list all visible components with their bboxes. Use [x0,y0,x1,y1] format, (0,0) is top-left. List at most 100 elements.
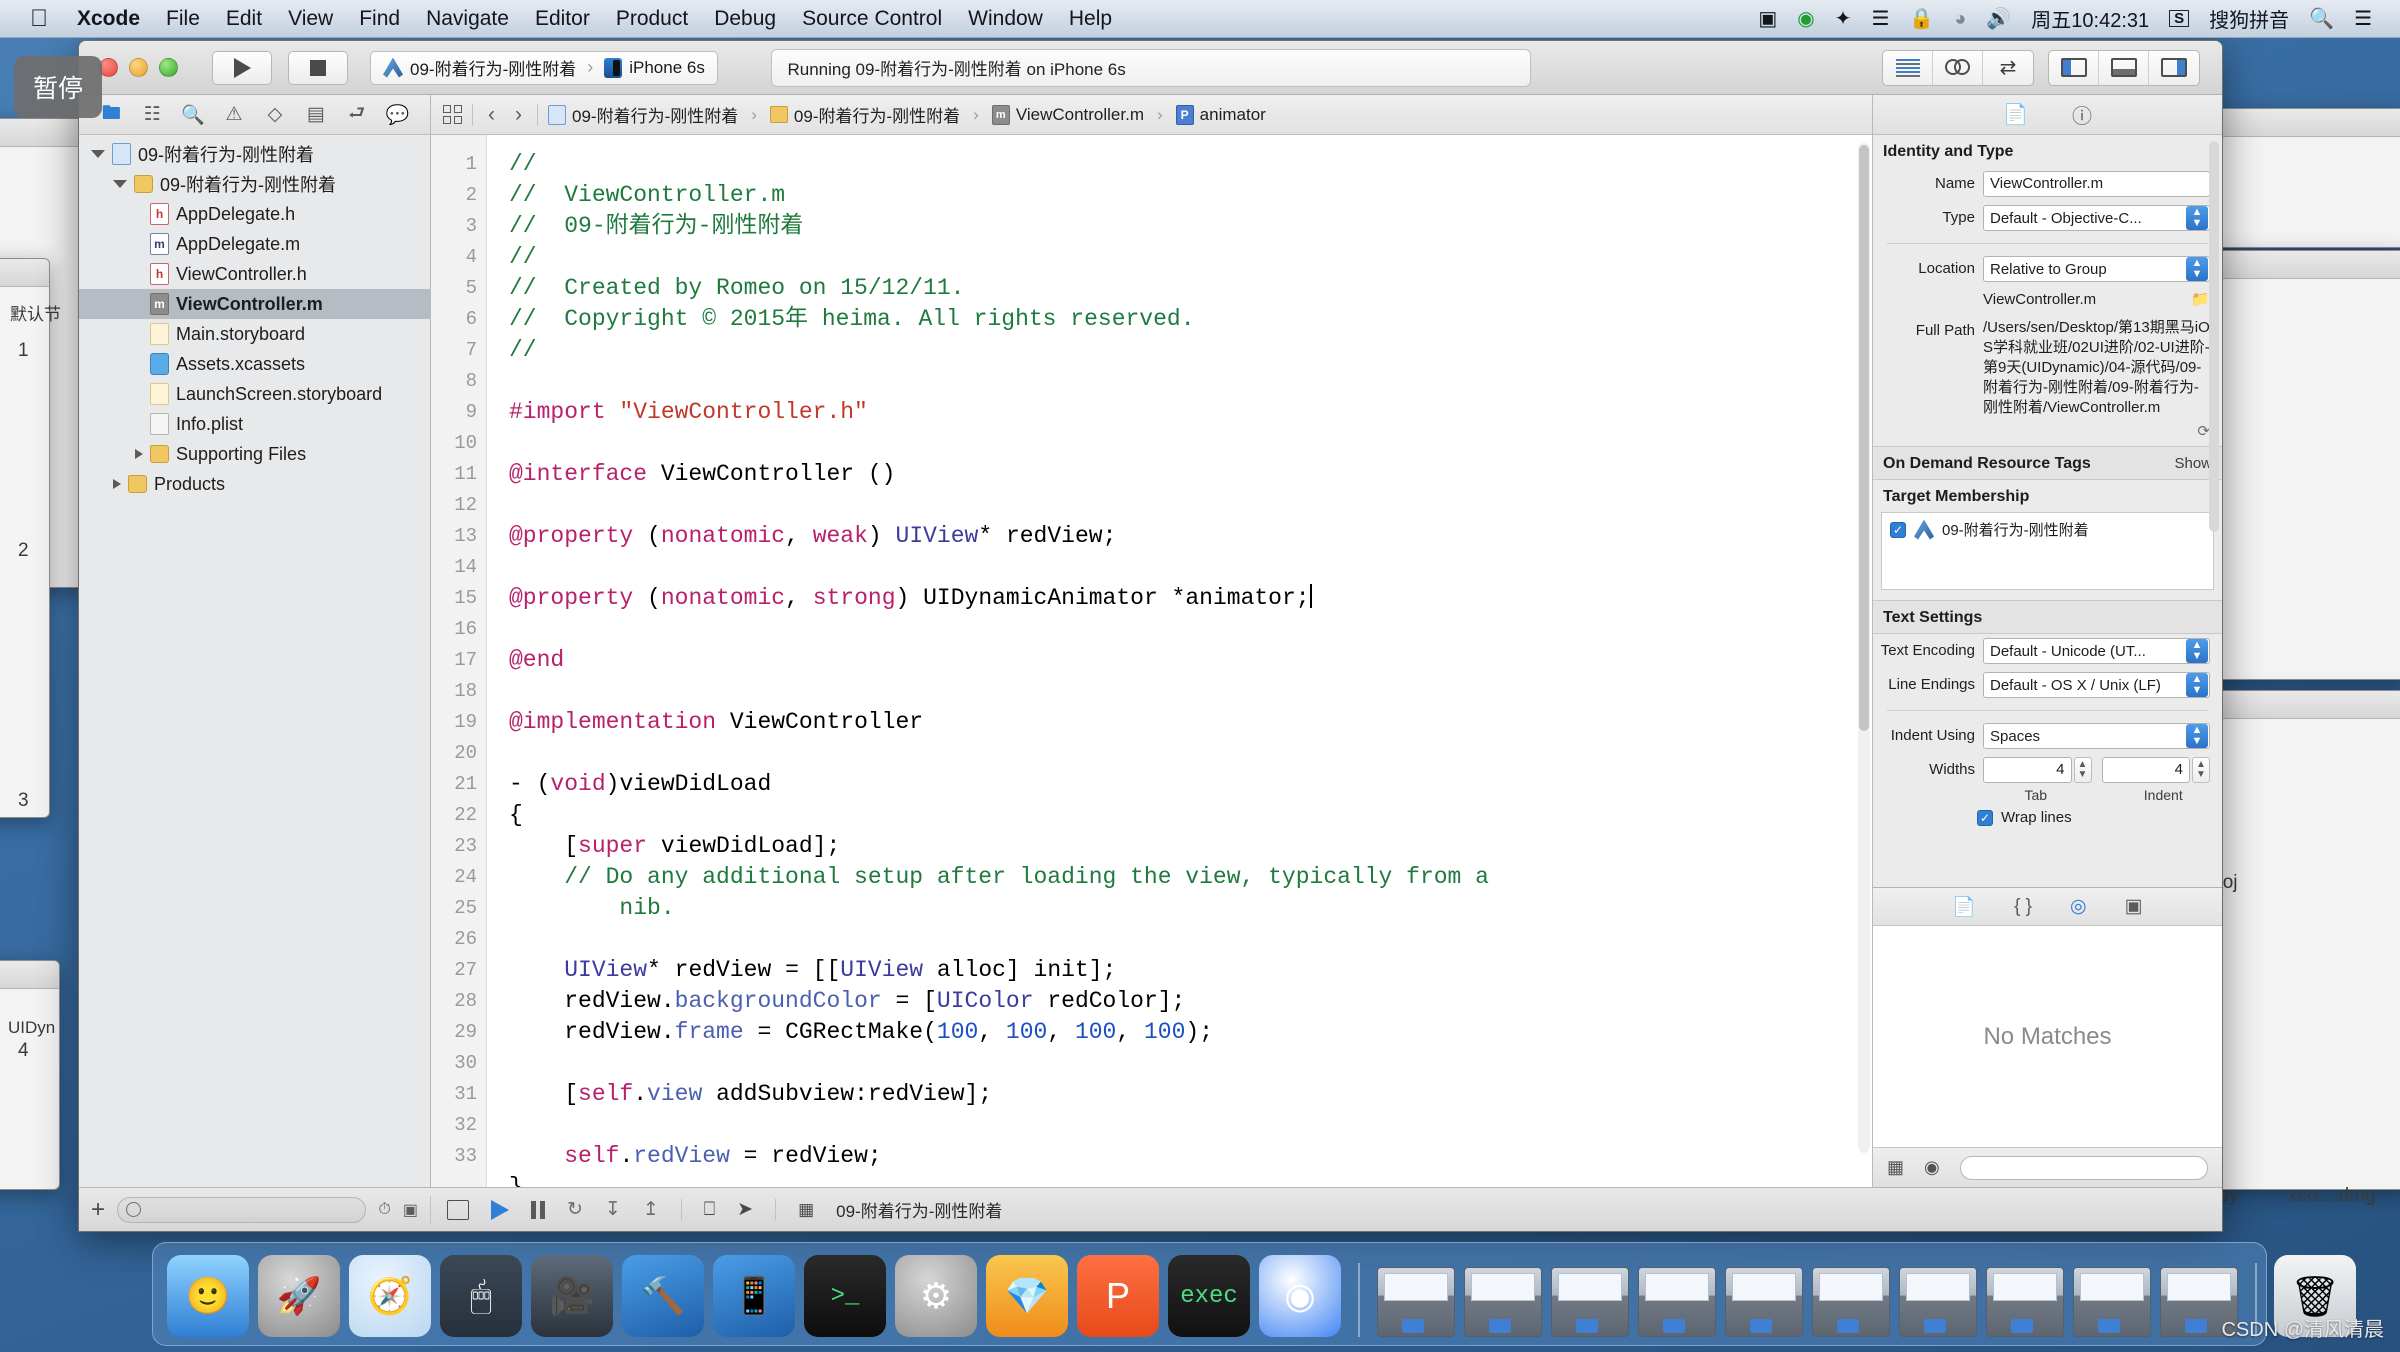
navigator-item-7[interactable]: Assets.xcassets [79,349,430,379]
code-line[interactable]: #import "ViewController.h" [509,397,1872,428]
breakpoint-navigator-icon[interactable]: ⮐ [343,102,371,128]
name-field[interactable]: ViewController.m [1983,171,2210,197]
code-line[interactable]: // 09-附着行为-刚性附着 [509,211,1872,242]
minimize-button[interactable] [129,58,148,77]
menu-item-editor[interactable]: Editor [522,7,603,31]
find-navigator-icon[interactable]: 🔍 [179,102,207,128]
paw-icon[interactable]: P [1077,1255,1159,1337]
background-window-left-3[interactable] [0,960,60,1190]
source-control-filter-icon[interactable]: ▣ [403,1200,418,1220]
dock-minimized-window-6[interactable] [1899,1267,1977,1337]
continue-icon[interactable] [491,1200,509,1220]
breadcrumb-symbol[interactable]: Panimator [1176,105,1266,125]
code-text[interactable]: //// ViewController.m// 09-附着行为-刚性附着////… [487,135,1872,1187]
library-list-icon[interactable]: ◉ [1924,1157,1940,1178]
code-line[interactable]: redView.backgroundColor = [UIColor redCo… [509,986,1872,1017]
code-line[interactable]: } [509,1172,1872,1187]
notification-center-icon[interactable]: ☰ [2354,9,2372,29]
pause-icon[interactable] [531,1201,545,1219]
code-line[interactable]: nib. [509,893,1872,924]
menu-item-find[interactable]: Find [346,7,413,31]
menu-item-source-control[interactable]: Source Control [789,7,955,31]
disclosure-triangle-open-icon[interactable] [113,180,127,188]
chevron-updown-icon[interactable]: ▲▼ [2186,257,2208,281]
related-files-icon[interactable] [443,105,462,124]
project-navigator-tree[interactable]: 09-附着行为-刚性附着09-附着行为-刚性附着hAppDelegate.hmA… [79,135,430,1187]
issue-navigator-icon[interactable]: ⚠ [220,102,248,128]
code-snippet-library-icon[interactable]: { } [2014,896,2032,918]
navigator-item-11[interactable]: Products [79,469,430,499]
code-line[interactable]: // Do any additional setup after loading… [509,862,1872,893]
code-line[interactable] [509,738,1872,769]
add-file-button[interactable]: + [91,1196,105,1224]
navigate-back-button[interactable]: ‹ [483,103,500,127]
location-simulate-icon[interactable]: ➤ [737,1198,753,1221]
input-method-label[interactable]: 搜狗拼音 [2209,4,2289,33]
code-line[interactable]: @property (nonatomic, strong) UIDynamicA… [509,583,1872,614]
recent-filter-icon[interactable]: ⏱ [378,1201,390,1219]
stop-button[interactable] [288,51,348,85]
screen-record-icon[interactable]: ▣ [1758,9,1777,29]
code-line[interactable] [509,1048,1872,1079]
symbol-navigator-icon[interactable]: ☷ [138,102,166,128]
encoding-popup[interactable]: Default - Unicode (UT... ▲▼ [1983,638,2210,664]
line-endings-popup[interactable]: Default - OS X / Unix (LF) ▲▼ [1983,672,2210,698]
target-checkbox[interactable]: ✓ [1890,522,1906,538]
object-library-icon[interactable]: ◎ [2070,895,2087,918]
inspector-scrollbar[interactable] [2209,141,2219,532]
test-navigator-icon[interactable]: ◇ [261,102,289,128]
process-icon[interactable]: ▦ [798,1200,814,1220]
toggle-utilities-icon[interactable] [2149,51,2199,85]
chevron-updown-icon[interactable]: ▲▼ [2186,639,2208,663]
airplane-icon[interactable]: ✦ [1835,9,1852,29]
toggle-navigator-icon[interactable] [2049,51,2099,85]
code-line[interactable]: @implementation ViewController [509,707,1872,738]
step-over-icon[interactable]: ↻ [567,1198,583,1221]
menu-clock[interactable]: 周五10:42:31 [2031,4,2149,33]
tab-width-stepper[interactable]: 4 ▲▼ [1983,757,2092,783]
input-method-badge-icon[interactable]: S [2169,10,2189,27]
terminal-icon[interactable]: >_ [804,1255,886,1337]
standard-editor-icon[interactable] [1883,51,1933,85]
lock-icon[interactable]: 🔒 [1909,9,1934,29]
type-popup[interactable]: Default - Objective-C... ▲▼ [1983,205,2210,231]
navigator-item-5[interactable]: mViewController.m [79,289,430,319]
code-line[interactable]: [super viewDidLoad]; [509,831,1872,862]
code-line[interactable] [509,366,1872,397]
choose-folder-icon[interactable]: 📁 [2191,290,2210,308]
navigator-item-8[interactable]: LaunchScreen.storyboard [79,379,430,409]
assistant-editor-icon[interactable] [1933,51,1983,85]
library-search-input[interactable] [1960,1156,2208,1180]
wrap-lines-row[interactable]: ✓ Wrap lines [1873,803,2222,832]
run-button[interactable] [212,51,272,85]
code-line[interactable]: // Copyright © 2015年 heima. All rights r… [509,304,1872,335]
wifi-icon[interactable]: ◕ [1954,9,1966,29]
tab-width-stepper-arrows[interactable]: ▲▼ [2074,757,2092,783]
indent-width-stepper-arrows[interactable]: ▲▼ [2192,757,2210,783]
navigator-item-0[interactable]: 09-附着行为-刚性附着 [79,139,430,169]
editor-vertical-scrollbar[interactable] [1858,143,1870,1153]
code-line[interactable] [509,552,1872,583]
code-line[interactable] [509,924,1872,955]
breadcrumb-group[interactable]: 09-附着行为-刚性附着 [770,102,960,127]
menu-item-debug[interactable]: Debug [701,7,789,31]
quicktime-icon[interactable]: 🎥 [531,1255,613,1337]
source-editor[interactable]: 1234567891011121314151617181920212223242… [431,135,1872,1187]
code-line[interactable] [509,428,1872,459]
menu-item-product[interactable]: Product [603,7,701,31]
step-into-icon[interactable]: ↧ [605,1198,621,1221]
indent-width-stepper[interactable]: 4 ▲▼ [2102,757,2211,783]
code-line[interactable] [509,676,1872,707]
dock-minimized-window-4[interactable] [1725,1267,1803,1337]
code-line[interactable]: // [509,242,1872,273]
dock-minimized-window-0[interactable] [1377,1267,1455,1337]
toggle-debug-console-icon[interactable] [447,1200,469,1220]
disclosure-triangle-closed-icon[interactable] [135,449,143,459]
finder-icon[interactable]: 🙂 [167,1255,249,1337]
code-line[interactable] [509,490,1872,521]
mouse-app-icon[interactable]: 🖱 [440,1255,522,1337]
chevron-updown-icon[interactable]: ▲▼ [2186,673,2208,697]
code-line[interactable]: UIView* redView = [[UIView alloc] init]; [509,955,1872,986]
chevron-updown-icon[interactable]: ▲▼ [2186,206,2208,230]
scrollbar-thumb[interactable] [1859,145,1869,731]
